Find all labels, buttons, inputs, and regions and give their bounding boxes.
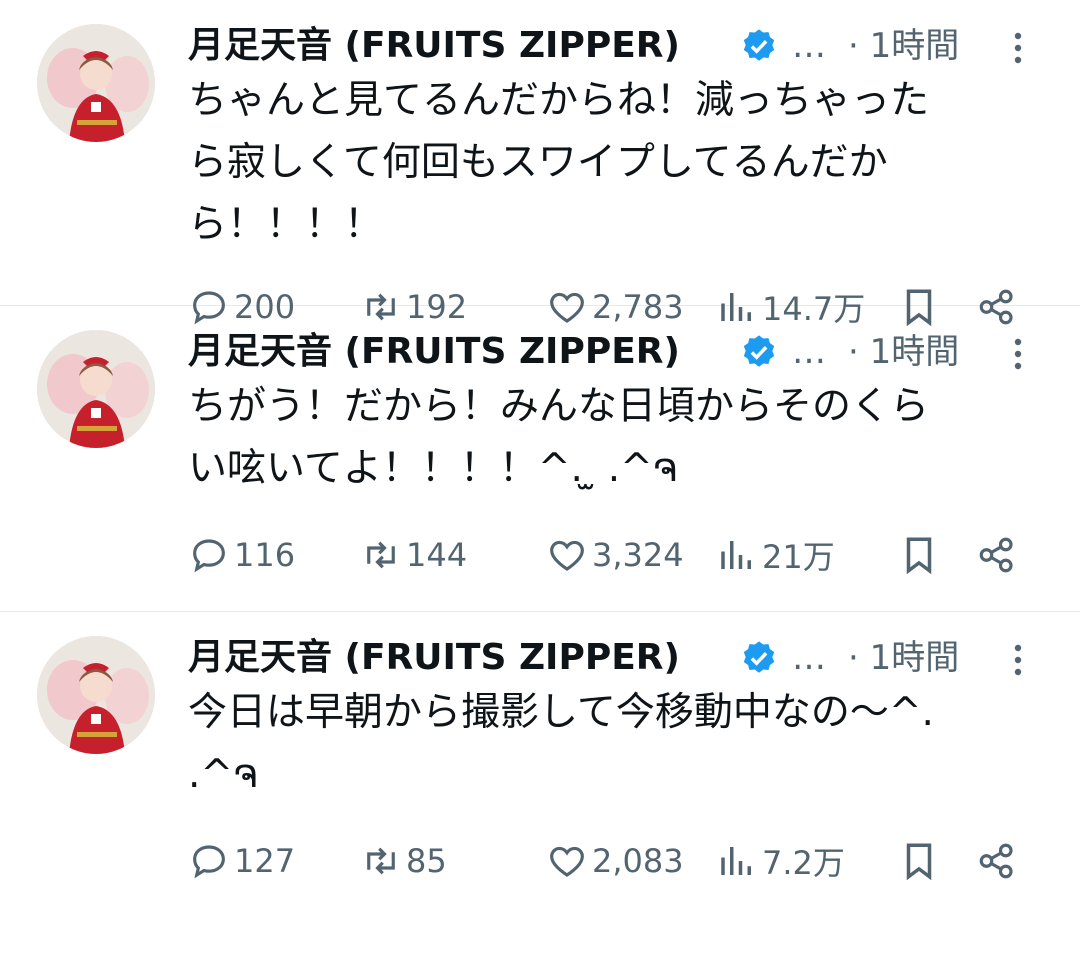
like-button[interactable]: 3,324 [546,530,684,580]
verified-badge-icon [743,29,775,61]
handle[interactable]: … [792,24,826,68]
like-button[interactable]: 2,083 [546,836,684,886]
action-bar: 127 85 2,083 7.2万 [188,836,1040,886]
speech-bubble-icon [193,539,225,573]
avatar[interactable] [37,24,155,142]
vertical-dots-icon[interactable] [1006,334,1030,374]
avatar[interactable] [37,636,155,754]
reply-button[interactable]: 116 [188,530,295,580]
handle[interactable]: … [792,330,826,374]
verified-badge-icon [743,641,775,673]
heart-icon [550,540,584,571]
action-bar: 116 144 3,324 21万 [188,530,1040,580]
bookmark-icon [906,843,932,881]
speech-bubble-icon [193,845,225,879]
handle[interactable]: … [792,636,826,680]
retweet-arrows-icon [367,541,395,569]
share-nodes-icon [979,843,1013,879]
share-button[interactable] [976,530,1018,580]
tweet-text: ちがう！だから！みんな日頃からそのくら い呟いてよ！！！！^. ̫ .^ຈ [188,384,930,491]
view-count: 7.2万 [762,844,845,882]
retweet-count: 85 [406,842,447,880]
like-count: 3,324 [592,536,684,574]
retweet-button[interactable]: 85 [360,836,447,886]
timestamp[interactable]: · 1時間 [848,24,959,68]
view-count: 21万 [762,538,835,576]
views-button[interactable]: 7.2万 [716,836,845,886]
vertical-dots-icon[interactable] [1006,640,1030,680]
timestamp[interactable]: · 1時間 [848,330,959,374]
tweet[interactable]: 月足天音 (FRUITS ZIPPER) … · 1時間 今日は早朝から撮影して… [0,612,1080,962]
tweet[interactable]: 月足天音 (FRUITS ZIPPER) … · 1時間 ちゃんと見てるんだから… [0,0,1080,328]
tweet[interactable]: 月足天音 (FRUITS ZIPPER) … · 1時間 ちがう！だから！みんな… [0,306,1080,612]
display-name[interactable]: 月足天音 (FRUITS ZIPPER) [188,24,680,68]
reply-count: 127 [234,842,296,880]
timestamp[interactable]: · 1時間 [848,636,959,680]
reply-count: 116 [234,536,296,574]
retweet-button[interactable]: 144 [360,530,467,580]
display-name[interactable]: 月足天音 (FRUITS ZIPPER) [188,330,680,374]
bar-chart-icon [721,541,751,569]
vertical-dots-icon[interactable] [1006,28,1030,68]
retweet-arrows-icon [367,847,395,875]
reply-button[interactable]: 127 [188,836,295,886]
bookmark-button[interactable] [898,530,940,580]
share-nodes-icon [979,537,1013,573]
tweet-text: 今日は早朝から撮影して今移動中なの〜^. .^ຈ [188,690,934,797]
retweet-count: 144 [406,536,468,574]
share-button[interactable] [976,836,1018,886]
bookmark-icon [906,537,932,575]
like-count: 2,083 [592,842,684,880]
heart-icon [550,846,584,877]
verified-badge-icon [743,335,775,367]
bar-chart-icon [721,847,751,875]
avatar[interactable] [37,330,155,448]
display-name[interactable]: 月足天音 (FRUITS ZIPPER) [188,636,680,680]
views-button[interactable]: 21万 [716,530,835,580]
bookmark-button[interactable] [898,836,940,886]
tweet-text: ちゃんと見てるんだからね！減っちゃった ら寂しくて何回もスワイプしてるんだか ら… [188,78,930,247]
